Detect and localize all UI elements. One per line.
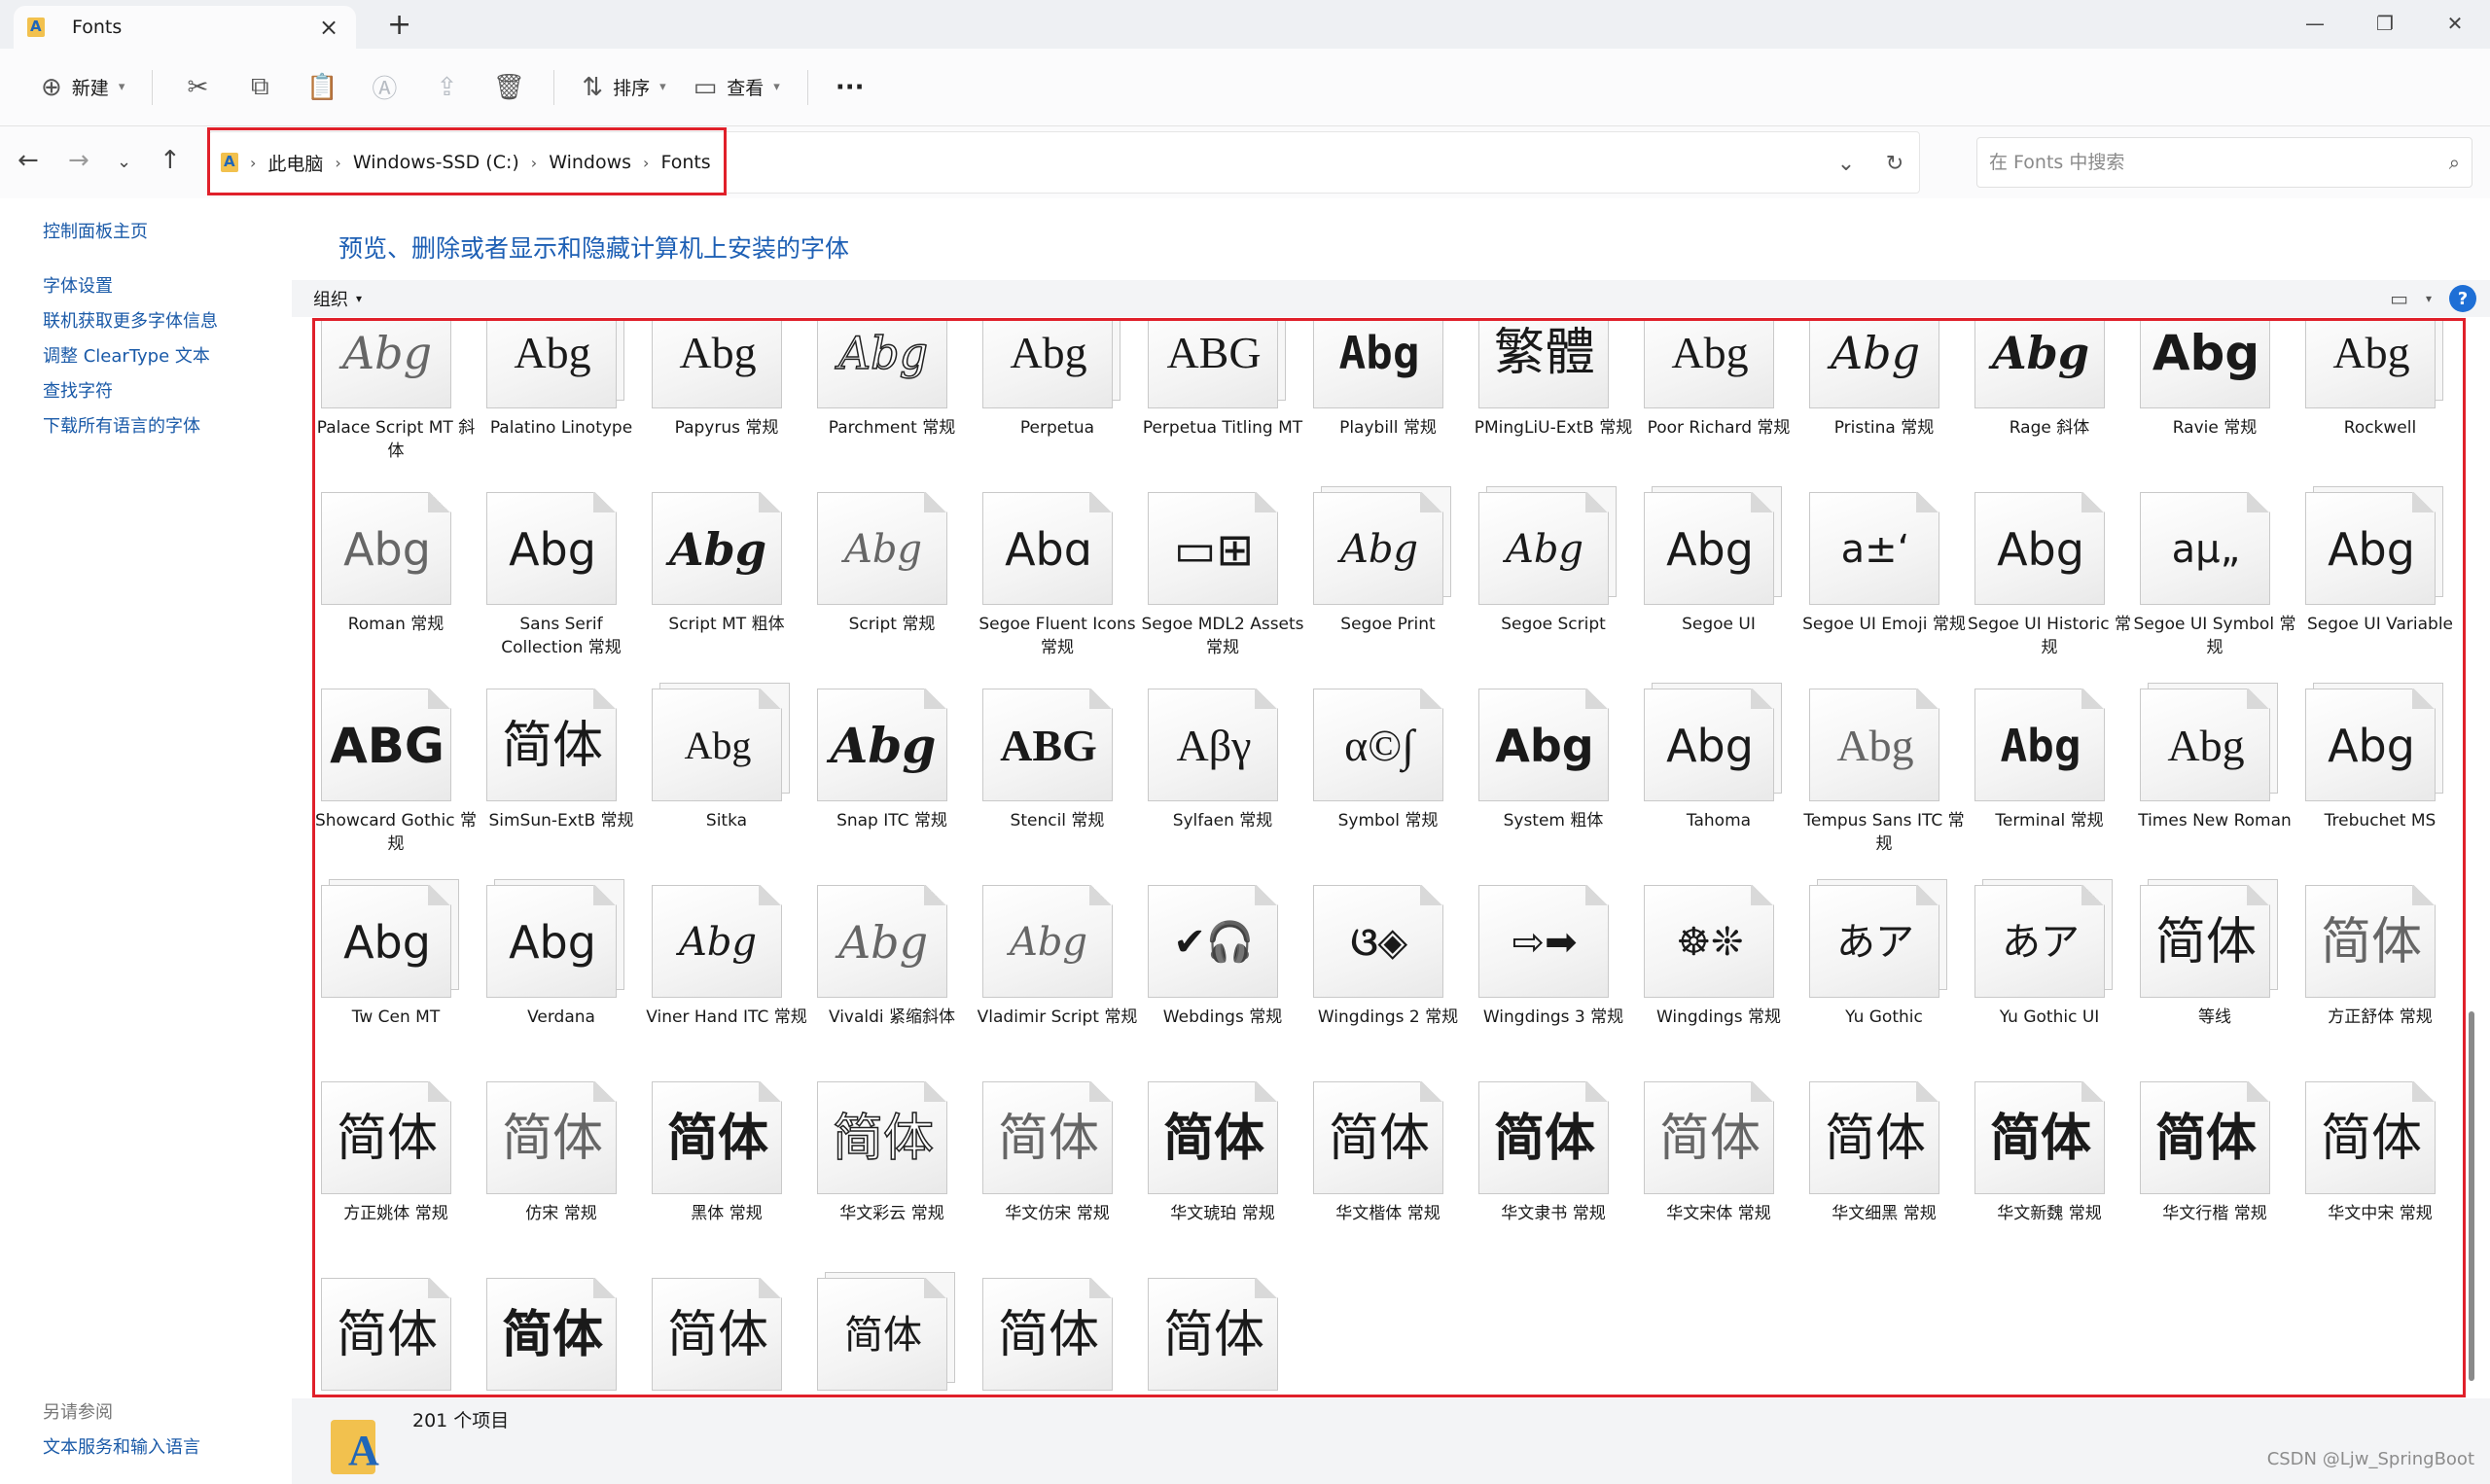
watermark: CSDN @Ljw_SpringBoot: [2266, 1449, 2474, 1469]
content-highlight-box: [312, 318, 2466, 1397]
more-icon: ···: [835, 72, 865, 102]
back-arrow-icon[interactable]: ←: [18, 146, 39, 175]
refresh-icon[interactable]: ↻: [1870, 152, 1919, 176]
font-settings-link[interactable]: 字体设置: [43, 272, 113, 298]
new-tab-button[interactable]: +: [387, 8, 411, 42]
more-options-button[interactable]: ···: [822, 64, 878, 111]
download-fonts-link[interactable]: 下载所有语言的字体: [43, 412, 200, 438]
toolbar-right: ▭ ▾ ?: [2390, 285, 2476, 312]
plus-circle-icon: ⊕: [41, 72, 62, 102]
window-controls: — ❐ ✕: [2280, 2, 2490, 45]
sort-label: 排序: [613, 78, 651, 99]
organize-button[interactable]: 组织 ▾: [313, 286, 362, 311]
online-font-info-link[interactable]: 联机获取更多字体信息: [43, 307, 218, 333]
search-icon[interactable]: ⌕: [2449, 151, 2460, 174]
title-bar: Fonts × + — ❐ ✕: [0, 0, 2490, 49]
tab-title: Fonts: [72, 17, 123, 38]
chevron-down-icon: ▾: [356, 292, 363, 305]
close-window-button[interactable]: ✕: [2420, 2, 2490, 45]
forward-arrow-icon[interactable]: →: [68, 146, 89, 175]
chevron-down-icon: ▾: [659, 80, 666, 94]
cut-icon[interactable]: ✂: [166, 64, 229, 111]
paste-icon[interactable]: 📋: [291, 64, 353, 111]
tab-fonts[interactable]: Fonts ×: [14, 6, 356, 49]
search-input[interactable]: [1989, 152, 2449, 173]
fonts-folder-icon: [27, 18, 45, 37]
text-services-link[interactable]: 文本服务和输入语言: [43, 1433, 200, 1459]
file-explorer-window: Fonts × + — ❐ ✕ ⊕ 新建 ▾ ✂ ⧉ 📋 Ⓐ ⇪ 🗑 ⇅ 排序 …: [0, 0, 2490, 1484]
font-letter-glyph: A: [348, 1427, 379, 1474]
organize-label: 组织: [313, 290, 348, 310]
view-button[interactable]: ▭ 查看 ▾: [680, 64, 794, 111]
share-icon[interactable]: ⇪: [415, 64, 478, 111]
vertical-scrollbar[interactable]: [2469, 1011, 2474, 1381]
left-panel: 控制面板主页 字体设置 联机获取更多字体信息 调整 ClearType 文本 查…: [0, 198, 292, 1484]
chevron-down-icon: ▾: [118, 80, 125, 94]
command-bar: ⊕ 新建 ▾ ✂ ⧉ 📋 Ⓐ ⇪ 🗑 ⇅ 排序 ▾ ▭ 查看 ▾ ···: [0, 49, 2490, 126]
view-mode-icon[interactable]: ▭: [2390, 287, 2408, 310]
page-title: 预览、删除或者显示和隐藏计算机上安装的字体: [338, 234, 850, 263]
copy-icon[interactable]: ⧉: [229, 64, 291, 111]
item-count: 201 个项目: [412, 1410, 510, 1431]
divider: [806, 69, 808, 105]
close-tab-icon[interactable]: ×: [315, 14, 342, 41]
organize-toolbar: 组织 ▾ ▭ ▾ ?: [292, 280, 2490, 317]
help-icon[interactable]: ?: [2449, 285, 2476, 312]
address-actions: ⌄ ↻: [1822, 132, 1919, 194]
control-panel-home-link[interactable]: 控制面板主页: [43, 218, 148, 243]
search-box: ⌕: [1976, 137, 2472, 188]
address-highlight-box: [207, 127, 727, 195]
sort-icon: ⇅: [582, 72, 604, 102]
delete-icon[interactable]: 🗑: [478, 64, 540, 111]
divider: [152, 69, 154, 105]
find-character-link[interactable]: 查找字符: [43, 377, 113, 403]
up-arrow-icon[interactable]: ↑: [160, 146, 181, 175]
maximize-button[interactable]: ❐: [2350, 2, 2420, 45]
view-label: 查看: [727, 78, 765, 99]
minimize-button[interactable]: —: [2280, 2, 2350, 45]
fonts-folder-icon: A: [331, 1412, 385, 1474]
recent-chevron-icon[interactable]: ⌄: [117, 152, 131, 172]
sort-button[interactable]: ⇅ 排序 ▾: [568, 64, 679, 111]
chevron-down-icon[interactable]: ▾: [2426, 292, 2432, 305]
cleartype-link[interactable]: 调整 ClearType 文本: [43, 342, 210, 368]
see-also-heading: 另请参阅: [43, 1402, 113, 1423]
history-chevron-icon[interactable]: ⌄: [1822, 152, 1870, 176]
chevron-down-icon: ▾: [773, 80, 780, 94]
divider: [553, 69, 555, 105]
view-icon: ▭: [693, 72, 718, 102]
rename-icon[interactable]: Ⓐ: [353, 64, 415, 111]
new-button[interactable]: ⊕ 新建 ▾: [27, 64, 138, 111]
new-label: 新建: [71, 78, 109, 99]
status-bar: A 201 个项目: [292, 1398, 2490, 1484]
